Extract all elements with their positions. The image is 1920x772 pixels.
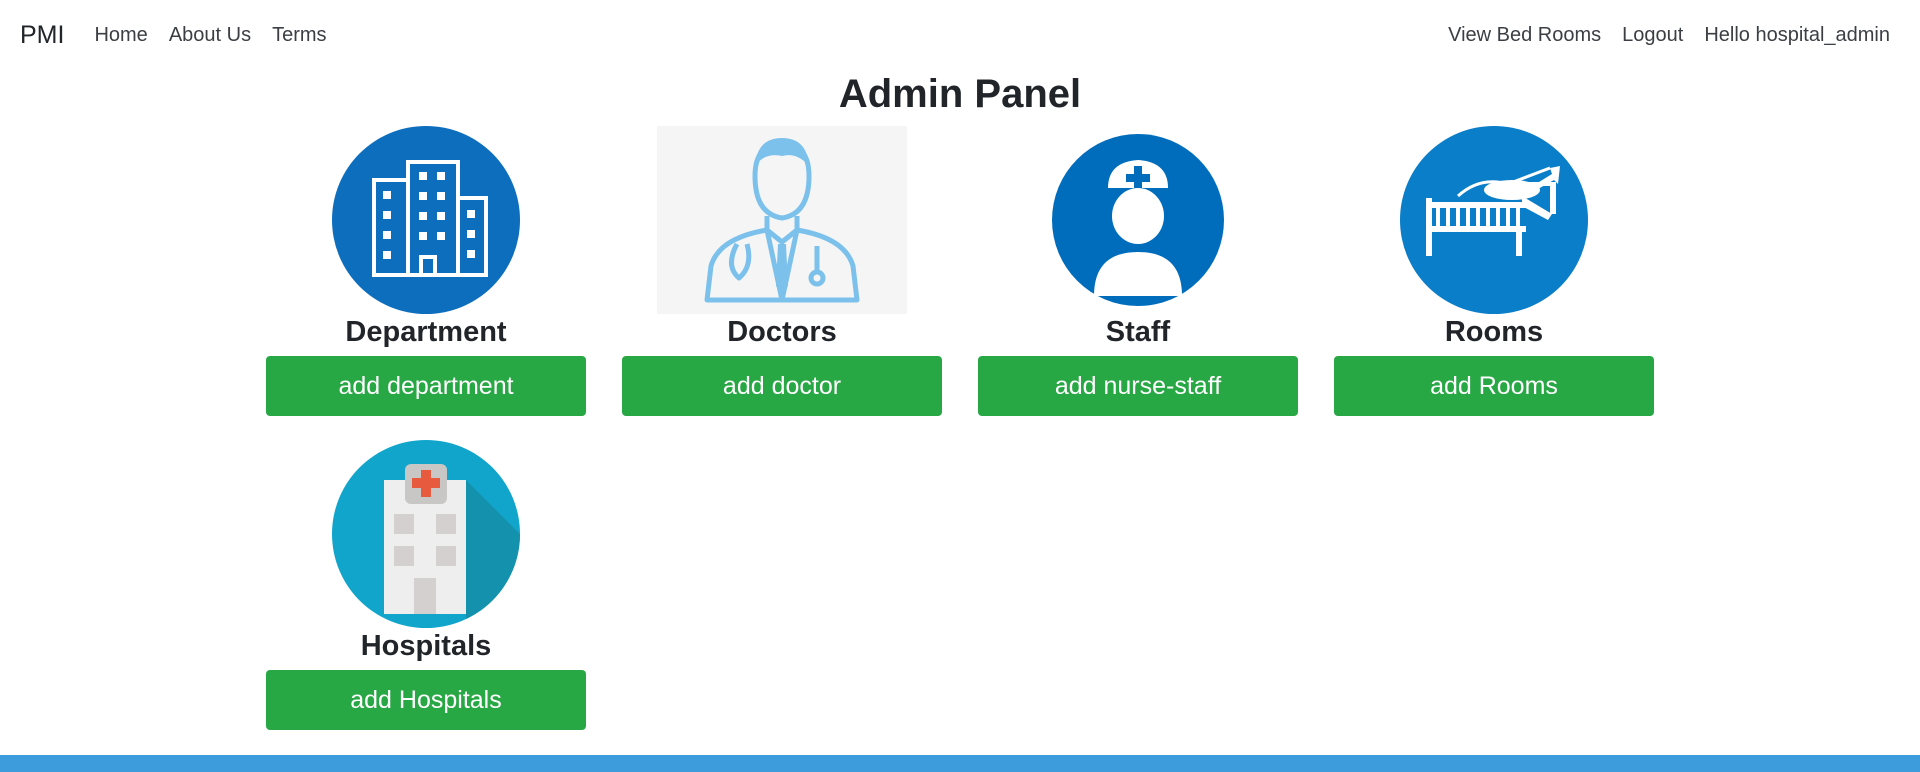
card-title-hospitals: Hospitals [360, 630, 492, 662]
nav-link-logout[interactable]: Logout [1622, 24, 1683, 47]
card-rooms: Rooms add Rooms [1334, 126, 1654, 416]
add-nurse-staff-button[interactable]: add nurse-staff [978, 356, 1298, 416]
nav-link-view-bed-rooms[interactable]: View Bed Rooms [1448, 24, 1601, 47]
brand-logo[interactable]: PMI [20, 21, 64, 50]
add-department-button[interactable]: add department [266, 356, 586, 416]
card-title-rooms: Rooms [1444, 316, 1544, 348]
nav-link-terms[interactable]: Terms [272, 24, 326, 47]
building-icon [332, 126, 520, 314]
card-title-department: Department [345, 316, 507, 348]
card-department: Department add department [266, 126, 586, 416]
card-title-doctors: Doctors [727, 316, 837, 348]
footer-bar [0, 755, 1920, 772]
nav-link-about-us[interactable]: About Us [169, 24, 251, 47]
nav-right: View Bed Rooms Logout Hello hospital_adm… [1448, 24, 1900, 47]
nav-link-user-greeting[interactable]: Hello hospital_admin [1704, 24, 1890, 47]
nurse-icon [1052, 134, 1224, 306]
add-hospitals-button[interactable]: add Hospitals [266, 670, 586, 730]
add-rooms-button[interactable]: add Rooms [1334, 356, 1654, 416]
page-title: Admin Panel [838, 72, 1082, 116]
add-doctor-button[interactable]: add doctor [622, 356, 942, 416]
card-hospitals: Hospitals add Hospitals [266, 440, 586, 730]
navbar: PMI Home About Us Terms View Bed Rooms L… [0, 0, 1920, 70]
hospital-icon [332, 440, 520, 628]
card-title-staff: Staff [1105, 316, 1171, 348]
bed-icon [1400, 126, 1588, 314]
doctor-icon [657, 126, 907, 314]
nav-left: Home About Us Terms [94, 24, 347, 47]
card-doctors: Doctors add doctor [622, 126, 942, 416]
card-staff: Staff add nurse-staff [978, 126, 1298, 416]
nav-link-home[interactable]: Home [94, 24, 147, 47]
